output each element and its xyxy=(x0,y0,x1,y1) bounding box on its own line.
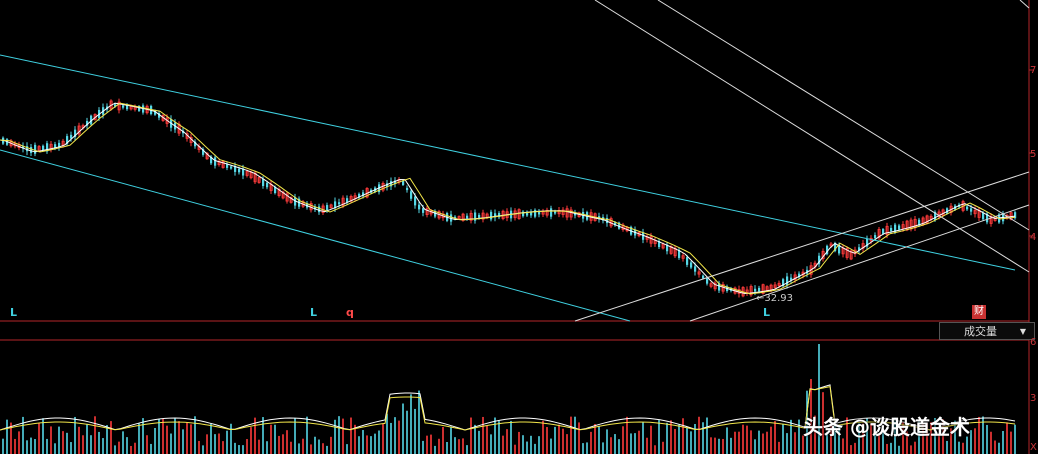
ma-line-long xyxy=(0,102,1016,295)
candle-body xyxy=(262,178,265,187)
low-price-value: 32.93 xyxy=(764,293,794,304)
candle-body xyxy=(338,202,341,205)
low-price-label: ←32.93 xyxy=(756,293,794,304)
candle-body xyxy=(970,208,973,212)
candle-body xyxy=(754,288,757,292)
kline-chart[interactable] xyxy=(0,0,1038,454)
watermark: 头条 @谈股道金术 xyxy=(803,415,970,439)
trend-line-white-1 xyxy=(594,0,1030,273)
channel-line-cyan-upper xyxy=(0,54,1016,271)
marker-l-2: L xyxy=(310,306,318,319)
candle-body xyxy=(406,187,409,191)
candle-body xyxy=(966,206,969,210)
candle-body xyxy=(874,235,877,239)
candle-body xyxy=(410,191,413,199)
candle-body xyxy=(122,105,125,108)
volume-axis-tick-1: 6 xyxy=(1030,337,1037,348)
candle-body xyxy=(478,214,481,218)
marker-l-1: L xyxy=(10,306,18,319)
chevron-down-icon: ▼ xyxy=(1019,327,1026,336)
candle-body xyxy=(238,168,241,173)
candle-body xyxy=(466,215,469,219)
channel-line-white-lower xyxy=(689,204,1030,322)
volume-axis-tick-3: X xyxy=(1030,442,1037,453)
candle-body xyxy=(34,144,37,154)
candle-body xyxy=(418,204,421,210)
marker-q: q xyxy=(346,306,354,319)
financial-report-badge[interactable]: 财 xyxy=(972,305,986,319)
candle-body xyxy=(266,182,269,188)
candle-body xyxy=(402,181,405,185)
candle-body xyxy=(690,262,693,268)
candle-body xyxy=(534,209,537,217)
candle-body xyxy=(414,196,417,206)
candle-body xyxy=(326,205,329,211)
candle-body xyxy=(538,211,541,215)
ma-line-short xyxy=(0,102,1016,295)
candle-body xyxy=(982,212,985,220)
trend-line-white-2 xyxy=(657,0,1030,231)
price-axis-tick-1: 7 xyxy=(1030,65,1037,76)
candle-body xyxy=(422,208,425,213)
channel-line-white-upper xyxy=(574,171,1030,322)
candle-body xyxy=(702,275,705,279)
candle-body xyxy=(898,225,901,230)
volume-axis-tick-2: 3 xyxy=(1030,393,1037,404)
candle-body xyxy=(42,145,45,151)
candle-body xyxy=(786,276,789,286)
candle-body xyxy=(214,157,217,166)
candle-body xyxy=(318,206,321,213)
stock-chart-window: L L q L 财 ←32.93 成交量 ▼ 7 5 4 6 3 X 头条 @谈… xyxy=(0,0,1038,454)
candle-body xyxy=(686,257,689,265)
volume-indicator-label: 成交量 xyxy=(964,325,997,338)
candle-body xyxy=(550,208,553,217)
candle-body xyxy=(758,287,761,292)
volume-indicator-selector[interactable]: 成交量 ▼ xyxy=(939,322,1035,340)
price-axis-tick-3: 4 xyxy=(1030,232,1037,243)
marker-l-3: L xyxy=(763,306,771,319)
candle-body xyxy=(706,278,709,284)
candle-body xyxy=(882,229,885,234)
candle-body xyxy=(30,147,33,153)
channel-line-cyan-lower xyxy=(0,149,631,322)
candle-body xyxy=(890,227,893,232)
candle-body xyxy=(490,211,493,220)
candle-body xyxy=(230,166,233,169)
candle-body xyxy=(694,266,697,272)
trend-line-white-3 xyxy=(1019,0,1030,9)
price-axis-tick-2: 5 xyxy=(1030,149,1037,160)
